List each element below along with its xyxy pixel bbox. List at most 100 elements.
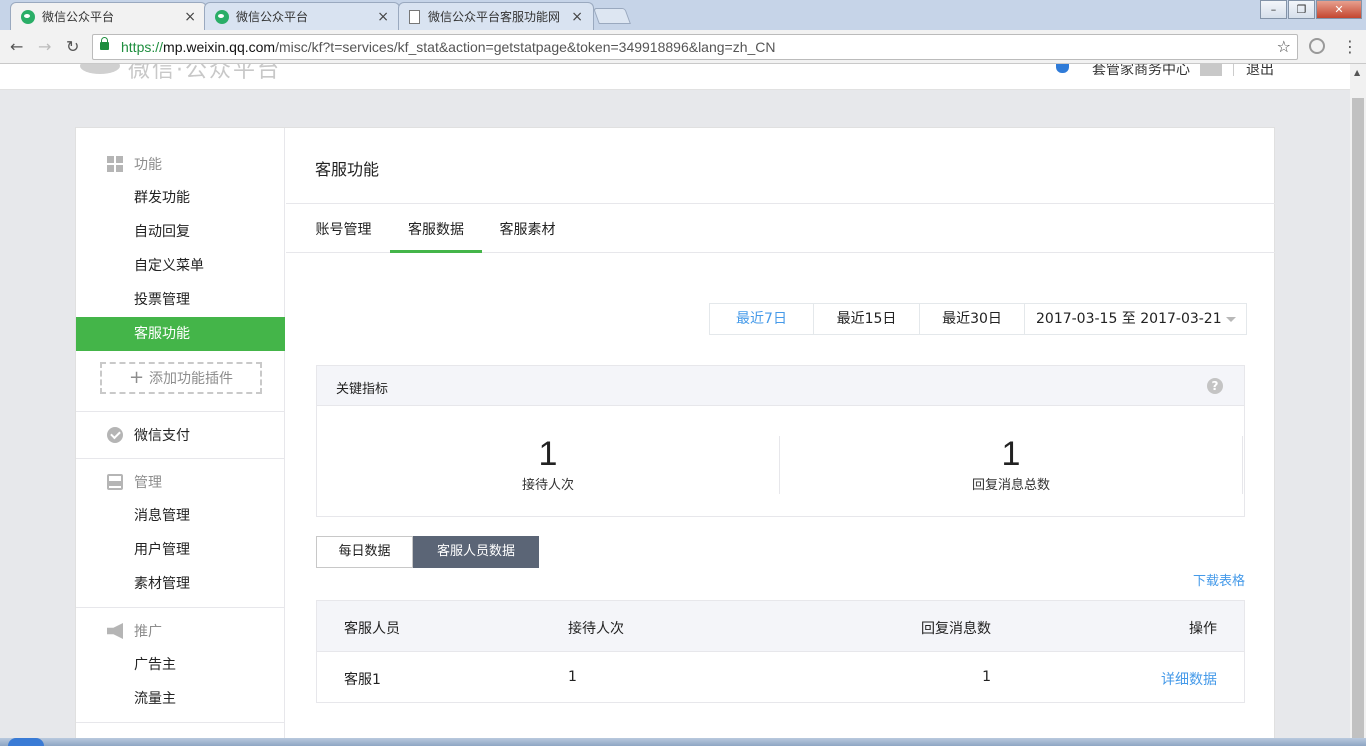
date-range-picker[interactable]: 2017-03-15 至 2017-03-21 [1025,304,1246,334]
logout-link[interactable]: 退出 [1246,64,1274,79]
chevron-down-icon [1226,317,1236,322]
sidebar-section-promotion: 推广 [76,614,285,648]
browser-toolbar: ← → ↻ https://mp.weixin.qq.com/misc/kf?t… [0,30,1366,64]
kpi-label: 回复消息总数 [971,478,1050,493]
table-header-row: 客服人员 接待人次 回复消息数 操作 [317,601,1244,652]
wechat-icon [215,9,229,24]
browser-tab-2[interactable]: 微信公众平台 × [204,2,400,30]
page-icon [409,9,420,24]
wechat-logo-icon [80,64,120,74]
key-metrics-title: 关键指标 [336,382,389,397]
date-range-value: 2017-03-15 至 2017-03-21 [1036,311,1222,327]
header-divider [1233,64,1234,76]
detail-data-link[interactable]: 详细数据 [1161,669,1217,689]
column-header-replies: 回复消息数 [921,621,991,637]
megaphone-icon [107,623,123,639]
new-tab-button[interactable] [593,8,631,24]
kpi-replies: 1 回复消息总数 [780,436,1242,493]
sidebar-item-messages[interactable]: 消息管理 [76,499,285,533]
site-header: 微信·公众平台 套管家商务中心 退出 [0,64,1350,90]
sidebar-item-custom-menu[interactable]: 自定义菜单 [76,249,285,283]
sidebar-divider [76,411,285,412]
browser-tab-1[interactable]: 微信公众平台 × [10,2,207,30]
grid-icon [107,156,123,172]
browser-tabstrip: 微信公众平台 × 微信公众平台 × 微信公众平台客服功能网 × – ❐ ✕ [0,0,1366,30]
window-controls: – ❐ ✕ [1259,0,1362,19]
forward-icon[interactable]: → [38,37,51,56]
close-window-button[interactable]: ✕ [1316,0,1362,19]
page-scrollbar[interactable]: ▲ [1350,64,1366,746]
minimize-button[interactable]: – [1260,0,1287,19]
plus-icon: + [128,367,145,388]
sidebar-item-advertiser[interactable]: 广告主 [76,648,285,682]
address-bar[interactable]: https://mp.weixin.qq.com/misc/kf?t=servi… [92,34,1298,60]
cell-agent: 客服1 [344,672,381,688]
kpi-label: 接待人次 [521,478,574,493]
kpi-divider [1242,436,1243,494]
sidebar-item-wechat-pay[interactable]: 微信支付 [76,418,285,452]
back-icon[interactable]: ← [10,37,23,56]
range-15-days-button[interactable]: 最近15日 [814,304,920,334]
key-metrics-header: 关键指标 ? [317,366,1244,406]
cell-sessions: 1 [568,669,577,685]
agent-data-tab[interactable]: 客服人员数据 [413,536,539,568]
column-header-action: 操作 [1189,621,1217,637]
content-container: 功能 群发功能 自动回复 自定义菜单 投票管理 客服功能 + 添加功能插件 微信… [75,127,1275,746]
browser-menu-icon[interactable]: ⋮ [1342,37,1358,56]
kpi-value: 1 [538,435,558,473]
sidebar-item-publisher[interactable]: 流量主 [76,682,285,716]
extension-icon[interactable] [1309,38,1325,54]
lock-icon [100,37,109,50]
maximize-button[interactable]: ❐ [1288,0,1315,19]
kpi-value: 1 [1001,435,1021,473]
avatar[interactable] [1056,64,1069,73]
tab-nav: 账号管理 客服数据 客服素材 [286,204,1275,253]
range-7-days-button[interactable]: 最近7日 [710,304,814,334]
kpi-sessions: 1 接待人次 [317,436,779,493]
tab-account-management[interactable]: 账号管理 [315,204,372,253]
sidebar-item-users[interactable]: 用户管理 [76,533,285,567]
reload-icon[interactable]: ↻ [66,37,79,56]
start-button[interactable] [8,738,44,746]
range-30-days-button[interactable]: 最近30日 [920,304,1025,334]
sidebar-divider [76,722,285,723]
tab-service-materials[interactable]: 客服素材 [499,204,556,253]
tab-close-icon[interactable]: × [571,9,583,25]
page-title: 客服功能 [315,160,380,179]
tab-close-icon[interactable]: × [184,9,196,25]
daily-data-tab[interactable]: 每日数据 [316,536,413,568]
date-range-selector: 最近7日 最近15日 最近30日 2017-03-15 至 2017-03-21 [709,303,1247,335]
url-text: https://mp.weixin.qq.com/misc/kf?t=servi… [121,39,776,55]
column-header-agent: 客服人员 [344,621,400,637]
sidebar: 功能 群发功能 自动回复 自定义菜单 投票管理 客服功能 + 添加功能插件 微信… [76,128,285,746]
tab-service-data[interactable]: 客服数据 [390,204,482,253]
browser-tab-title: 微信公众平台 [42,10,115,24]
sidebar-divider [76,607,285,608]
sidebar-divider [76,458,285,459]
browser-tab-title: 微信公众平台客服功能网 [428,10,561,24]
help-icon[interactable]: ? [1207,378,1223,394]
column-header-sessions: 接待人次 [568,621,624,637]
sidebar-item-mass-send[interactable]: 群发功能 [76,181,285,215]
agent-data-table: 客服人员 接待人次 回复消息数 操作 客服1 1 1 详细数据 [316,600,1245,703]
cell-replies: 1 [982,669,991,685]
sidebar-item-customer-service[interactable]: 客服功能 [76,317,285,351]
add-plugin-button[interactable]: + 添加功能插件 [100,362,262,394]
table-row: 客服1 1 1 详细数据 [317,652,1244,702]
sidebar-item-auto-reply[interactable]: 自动回复 [76,215,285,249]
sidebar-section-manage: 管理 [76,465,285,499]
scroll-up-icon[interactable]: ▲ [1354,68,1360,77]
wechat-pay-icon [107,427,123,443]
tab-close-icon[interactable]: × [377,9,389,25]
sidebar-item-vote[interactable]: 投票管理 [76,283,285,317]
download-table-link[interactable]: 下载表格 [1193,570,1245,589]
mail-icon[interactable] [1200,64,1222,76]
main-content: 客服功能 账号管理 客服数据 客服素材 最近7日 最近15日 最近30日 201… [286,128,1275,746]
sidebar-section-functions: 功能 [76,147,285,181]
bookmark-star-icon[interactable]: ☆ [1277,37,1291,56]
sidebar-item-materials[interactable]: 素材管理 [76,567,285,601]
browser-tab-3[interactable]: 微信公众平台客服功能网 × [398,2,594,30]
scroll-thumb[interactable] [1352,98,1364,746]
biz-center-link[interactable]: 套管家商务中心 [1092,64,1190,79]
site-logo[interactable]: 微信·公众平台 [128,64,281,84]
